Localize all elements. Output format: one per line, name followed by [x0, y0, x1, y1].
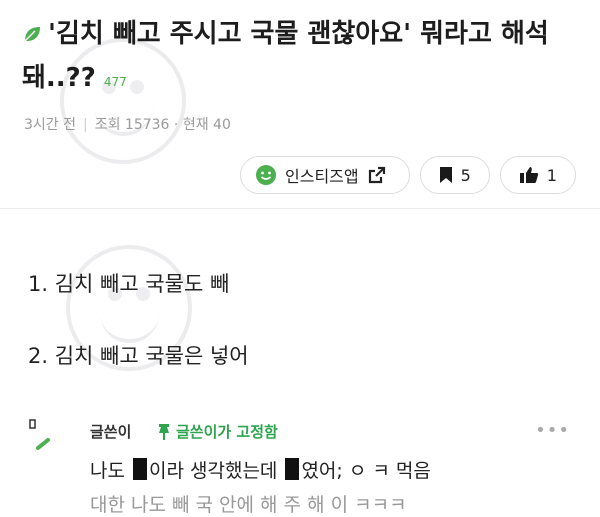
comment-author[interactable]: 글쓴이: [90, 421, 131, 442]
post-time: 3시간 전: [24, 117, 76, 133]
thumbs-up-icon: [519, 167, 538, 183]
bookmark-count: 5: [460, 165, 471, 185]
redaction-block: [133, 458, 147, 480]
current-viewers: · 현재 40: [173, 117, 231, 133]
post-title: '김치 빼고 주시고 국물 괜찮아요' 뭐라고 해석 돼..?? 477: [22, 12, 582, 104]
post-actions: 인스티즈앱 5 1: [240, 156, 576, 194]
like-count: 1: [546, 165, 557, 185]
view-count: 조회 15736: [94, 117, 170, 133]
source-app-label: 인스티즈앱: [285, 167, 359, 186]
comment-text: 나도 이라 생각했는데 였어; ㅇ ㅋ 먹음: [90, 456, 431, 483]
source-app-button[interactable]: 인스티즈앱: [240, 156, 410, 194]
pin-icon: [159, 423, 169, 440]
like-button[interactable]: 1: [499, 156, 576, 194]
share-icon: [368, 166, 385, 184]
comment-text-part: 이라 생각했는데: [149, 460, 284, 482]
pinned-text: 글쓴이가 고정함: [176, 423, 278, 441]
list-item: 1. 김치 빼고 국물도 빼: [28, 272, 230, 296]
post-title-row: '김치 빼고 주시고 국물 괜찮아요' 뭐라고 해석 돼..?? 477: [22, 12, 582, 104]
leaf-icon: [24, 27, 40, 42]
bookmark-button[interactable]: 5: [419, 156, 490, 194]
redaction-block: [285, 458, 300, 480]
title-comment-count: 477: [103, 75, 127, 89]
list-item: 2. 김치 빼고 국물은 넣어: [28, 344, 249, 368]
comment-text-part: 나도: [90, 460, 131, 482]
bookmark-icon: [439, 167, 452, 183]
comment-text-part: 였어; ㅇ ㅋ 먹음: [301, 460, 431, 482]
comment-marker-icon: [29, 419, 50, 450]
post-title-text: '김치 빼고 주시고 국물 괜찮아요' 뭐라고 해석 돼..??: [22, 19, 549, 93]
content-divider: [0, 208, 600, 209]
pinned-label: 글쓴이가 고정함: [156, 421, 278, 442]
meta-divider: |: [83, 117, 88, 133]
smiley-icon: [256, 165, 276, 185]
post-meta: 3시간 전 | 조회 15736 · 현재 40: [24, 114, 231, 134]
more-options-button[interactable]: •••: [535, 420, 570, 441]
